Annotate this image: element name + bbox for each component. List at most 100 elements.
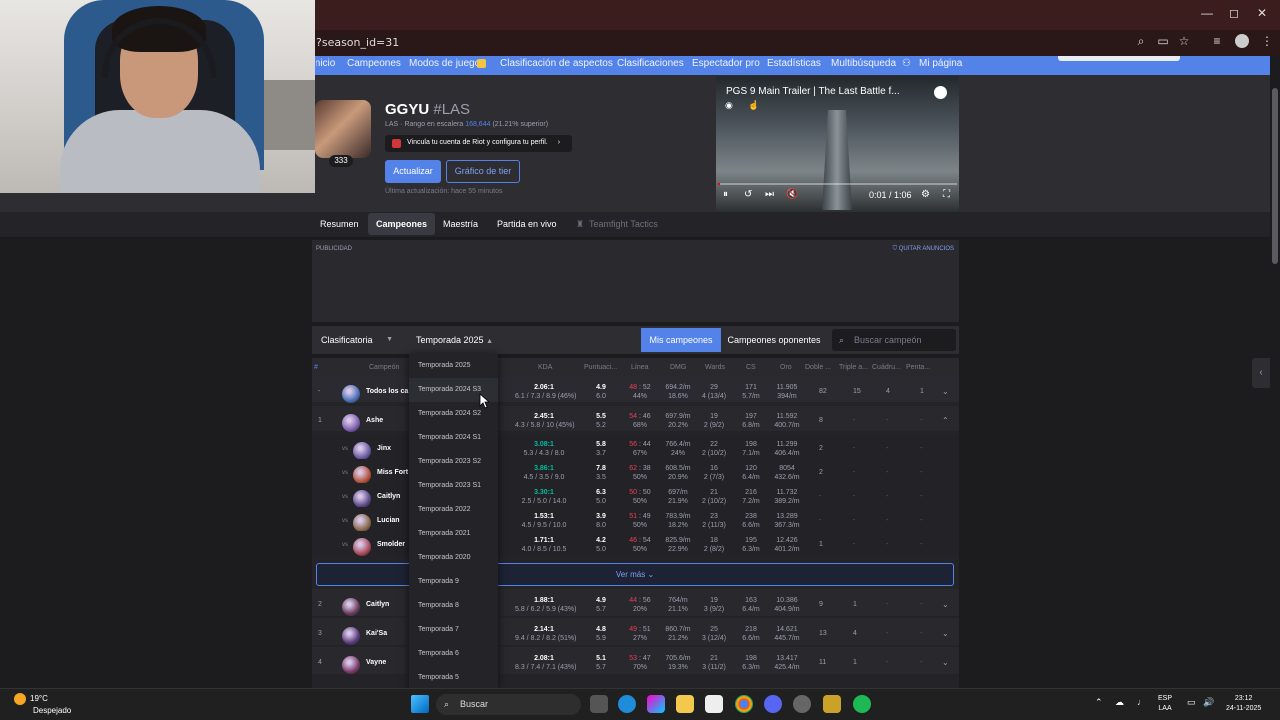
champion-name[interactable]: Caitlyn [366, 601, 389, 608]
spotify-icon[interactable] [853, 695, 871, 713]
season-option[interactable]: Temporada 2020 [409, 546, 498, 570]
col-penta[interactable]: Penta... [906, 364, 930, 371]
col-lane[interactable]: Línea [631, 364, 649, 371]
champion-name[interactable]: Miss Fort [377, 469, 408, 476]
like-icon[interactable]: ☝ [748, 100, 759, 111]
champion-name[interactable]: Kai'Sa [366, 630, 387, 637]
season-option[interactable]: Temporada 2022 [409, 498, 498, 522]
nav-leaderboards[interactable]: Clasificaciones [617, 58, 684, 69]
champion-name[interactable]: Smolder [377, 541, 405, 548]
zoom-icon[interactable]: ⌕ [1134, 34, 1148, 48]
language-indicator[interactable]: ESP LAA [1158, 694, 1172, 714]
copilot-icon[interactable] [647, 695, 665, 713]
col-wards[interactable]: Wards [705, 364, 725, 371]
league-client-icon[interactable] [823, 695, 841, 713]
next-icon[interactable]: ⏭ [765, 189, 774, 200]
season-option[interactable]: Temporada 5 [409, 666, 498, 690]
start-button[interactable] [411, 695, 429, 713]
file-explorer-icon[interactable] [676, 695, 694, 713]
season-option[interactable]: Temporada 2025 [409, 354, 498, 378]
minimize-button[interactable]: — [1201, 6, 1213, 20]
chevron-down-icon[interactable]: ⌄ [942, 387, 949, 396]
season-select[interactable]: Temporada 2025 ▲ [408, 329, 497, 351]
chevron-left-icon[interactable]: ‹ [1252, 358, 1270, 388]
col-rank[interactable]: # [314, 364, 318, 371]
video-channel-icon[interactable] [934, 86, 947, 99]
col-score[interactable]: Puntuaci... [584, 364, 617, 371]
col-quadra[interactable]: Cuádru... [872, 364, 901, 371]
nav-skin-ranking[interactable]: Clasificación de aspectos [500, 58, 613, 69]
nav-pro-spectator[interactable]: Espectador pro [692, 58, 760, 69]
discord-icon[interactable] [764, 695, 782, 713]
chevron-down-icon[interactable]: ⌄ [942, 629, 949, 638]
col-champion[interactable]: Campeón [369, 364, 399, 371]
video-progress-bar[interactable] [718, 183, 957, 185]
obs-icon[interactable] [793, 695, 811, 713]
col-damage[interactable]: DMG [670, 364, 686, 371]
network-icon[interactable]: ▭ [1187, 697, 1196, 707]
col-kda[interactable]: KDA [538, 364, 552, 371]
season-option[interactable]: Temporada 2024 S1 [409, 426, 498, 450]
taskbar-search[interactable]: ⌕ Buscar [436, 694, 581, 715]
mic-icon[interactable]: ♩ [1137, 697, 1146, 707]
season-option[interactable]: Temporada 9 [409, 570, 498, 594]
season-option[interactable]: Temporada 7 [409, 618, 498, 642]
col-gold[interactable]: Oro [780, 364, 792, 371]
pause-icon[interactable]: ⏸ [723, 189, 728, 200]
clock[interactable]: 23:12 24-11-2025 [1226, 694, 1261, 714]
champion-name[interactable]: Todos los ca [366, 388, 408, 395]
riot-link-banner[interactable]: Vincula tu cuenta de Riot y configura tu… [385, 135, 572, 152]
edge-icon[interactable] [618, 695, 636, 713]
chevron-up-icon[interactable]: ⌃ [942, 416, 949, 425]
update-button[interactable]: Actualizar [385, 160, 441, 183]
volume-icon[interactable]: 🔊 [1203, 697, 1214, 707]
tab-mastery[interactable]: Maestría [435, 213, 486, 235]
scrollbar-thumb[interactable] [1272, 88, 1278, 264]
replay-icon[interactable]: ↺ [744, 189, 752, 200]
media-icon[interactable]: ≡ [1210, 34, 1224, 48]
profile-avatar[interactable] [1235, 34, 1249, 48]
cast-icon[interactable]: ▭ [1156, 34, 1170, 48]
my-champions-button[interactable]: Mis campeones [641, 328, 721, 352]
nav-multisearch[interactable]: Multibúsqueda [831, 58, 896, 69]
nav-statistics[interactable]: Estadísticas [767, 58, 821, 69]
settings-icon[interactable]: ⚙ [921, 189, 930, 200]
cloud-icon[interactable]: ☁ [1115, 697, 1124, 707]
nav-game-modes[interactable]: Modos de juego [409, 58, 480, 69]
season-option[interactable]: Temporada 6 [409, 642, 498, 666]
maximize-button[interactable]: ◻ [1229, 6, 1239, 20]
col-double[interactable]: Doble ... [805, 364, 831, 371]
col-triple[interactable]: Triple a... [839, 364, 868, 371]
queue-select[interactable]: Clasificatoria ▼ [313, 329, 399, 351]
opponent-champions-button[interactable]: Campeones oponentes [722, 328, 826, 352]
champion-name[interactable]: Ashe [366, 417, 383, 424]
remove-ads-link[interactable]: ⛉ QUITAR ANUNCIOS [893, 246, 954, 253]
tray-expand-icon[interactable]: ⌃ [1095, 697, 1103, 707]
season-option[interactable]: Temporada 2023 S2 [409, 450, 498, 474]
close-window-button[interactable]: ✕ [1257, 6, 1267, 20]
tab-live-game[interactable]: Partida en vivo [489, 213, 565, 235]
nav-champions[interactable]: Campeones [347, 58, 401, 69]
nav-my-page[interactable]: Mi página [919, 58, 962, 69]
bookmark-star-icon[interactable]: ☆ [1177, 34, 1191, 48]
task-view-icon[interactable] [590, 695, 608, 713]
tab-champions[interactable]: Campeones [368, 213, 436, 235]
champion-search-input[interactable]: ⌕ Buscar campeón [832, 329, 956, 351]
fullscreen-icon[interactable]: ⛶ [943, 189, 950, 200]
tab-summary[interactable]: Resumen [312, 213, 367, 235]
tier-graph-button[interactable]: Gráfico de tier [446, 160, 520, 183]
champion-name[interactable]: Jinx [377, 445, 391, 452]
watch-later-icon[interactable]: ◉ [725, 100, 733, 111]
chrome-icon[interactable] [735, 695, 753, 713]
browser-menu-icon[interactable]: ⋮ [1260, 34, 1274, 48]
nav-search-box[interactable] [1058, 56, 1180, 61]
champion-name[interactable]: Vayne [366, 659, 386, 666]
champion-name[interactable]: Caitlyn [377, 493, 400, 500]
address-bar[interactable]: ?season_id=31 [316, 36, 399, 49]
video-title[interactable]: PGS 9 Main Trailer | The Last Battle f..… [726, 86, 900, 97]
chevron-down-icon[interactable]: ⌄ [942, 600, 949, 609]
chevron-down-icon[interactable]: ⌄ [942, 658, 949, 667]
weather-widget[interactable]: 19°C Despejado [14, 693, 71, 716]
season-option[interactable]: Temporada 2021 [409, 522, 498, 546]
col-cs[interactable]: CS [746, 364, 756, 371]
